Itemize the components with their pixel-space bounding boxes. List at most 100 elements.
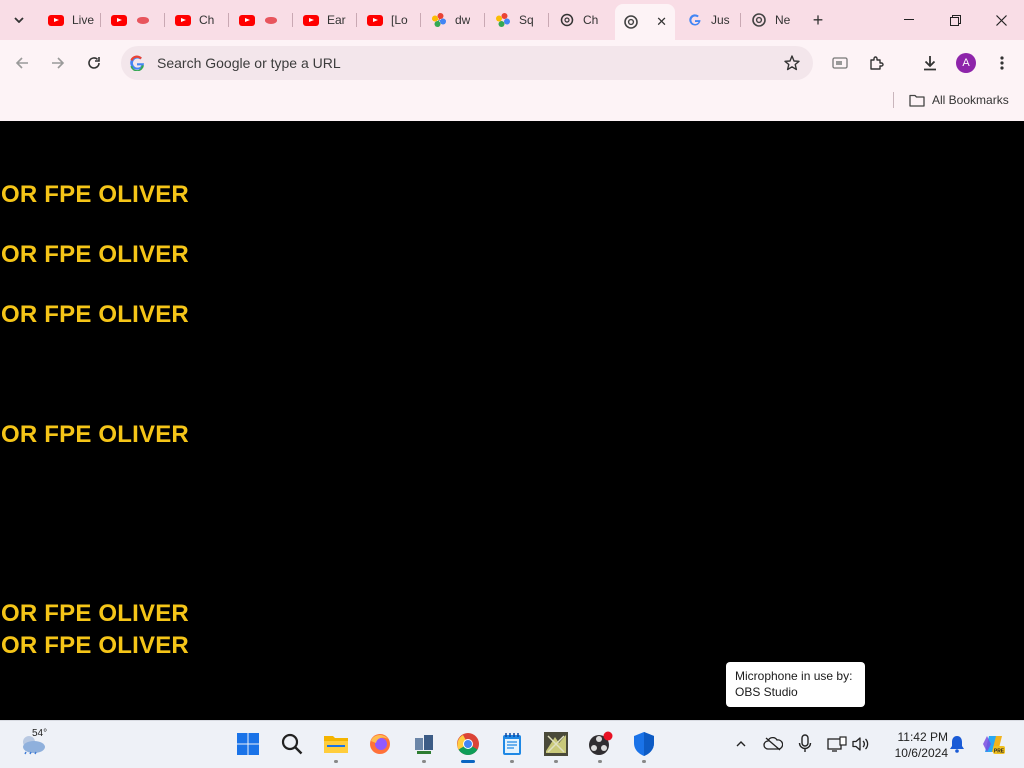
notifications-button[interactable]: [946, 733, 968, 755]
youtube-icon: [111, 12, 127, 28]
bell-icon: [950, 736, 964, 753]
lips-emoji-icon: [263, 12, 279, 28]
restore-button[interactable]: [932, 0, 978, 40]
tab-6[interactable]: dw: [423, 6, 485, 34]
network-tray[interactable]: [826, 733, 848, 755]
screen-share-icon: [832, 57, 848, 69]
bookmarks-divider: [893, 92, 894, 108]
downloads-button[interactable]: [916, 49, 944, 77]
tab-0[interactable]: Live: [40, 6, 101, 34]
running-indicator: [422, 760, 426, 763]
active-indicator: [461, 760, 475, 763]
cloud-offline-icon: [763, 737, 783, 751]
game-app[interactable]: [540, 728, 572, 763]
obs-app[interactable]: [584, 728, 616, 763]
tab-11[interactable]: Ne: [743, 6, 801, 34]
minimize-icon: [904, 19, 914, 20]
text-line: OR FPE OLIVER: [1, 632, 189, 659]
close-window-button[interactable]: [978, 0, 1024, 40]
download-icon: [924, 56, 936, 71]
tab-7[interactable]: Sq: [487, 6, 549, 34]
forward-button[interactable]: [44, 49, 72, 77]
back-button[interactable]: [8, 49, 36, 77]
media-button[interactable]: [826, 49, 854, 77]
onedrive-tray[interactable]: [762, 733, 784, 755]
pinwheel-icon: [495, 12, 511, 28]
tab-8[interactable]: Ch: [551, 6, 613, 34]
youtube-icon: [303, 12, 319, 28]
tab-search-button[interactable]: [6, 7, 32, 33]
three-dot-menu-icon: [1000, 56, 1004, 70]
tooltip-line-2: OBS Studio: [735, 685, 798, 699]
volume-tray[interactable]: [850, 733, 872, 755]
tab-10[interactable]: Jus: [679, 6, 741, 34]
firefox-icon: [370, 734, 390, 754]
tab-2[interactable]: Ch: [167, 6, 229, 34]
puzzle-piece-icon: [870, 56, 884, 70]
show-hidden-icons-button[interactable]: [730, 733, 752, 755]
tab-title: Jus: [711, 13, 730, 27]
close-tab-icon[interactable]: ✕: [656, 14, 667, 30]
profile-avatar[interactable]: A: [956, 53, 976, 73]
running-indicator: [598, 760, 602, 763]
text-line: OR FPE OLIVER: [1, 241, 189, 268]
tab-title: Sq: [519, 13, 534, 27]
youtube-icon: [48, 12, 64, 28]
file-explorer-icon: [324, 736, 348, 753]
omnibox-input[interactable]: [157, 46, 757, 80]
bookmarks-bar: [0, 86, 1024, 121]
tab-title: [Lo: [391, 13, 408, 27]
lips-emoji-icon: [135, 12, 151, 28]
notepad-icon: [503, 733, 521, 755]
all-bookmarks-label: All Bookmarks: [932, 93, 1009, 107]
tab-4[interactable]: Ear: [295, 6, 357, 34]
chrome-icon: [623, 14, 639, 30]
tab-9-active[interactable]: ✕: [615, 4, 675, 40]
defender-app[interactable]: [628, 728, 660, 763]
reload-button[interactable]: [80, 49, 108, 77]
extensions-button[interactable]: [862, 49, 890, 77]
running-indicator: [510, 760, 514, 763]
text-line: OR FPE OLIVER: [1, 600, 189, 627]
speaker-icon: [852, 737, 869, 751]
defender-shield-icon: [634, 732, 654, 756]
network-app[interactable]: [408, 728, 440, 763]
microphone-tray[interactable]: [794, 733, 816, 755]
network-monitor-icon: [827, 736, 847, 752]
youtube-icon: [175, 12, 191, 28]
youtube-icon: [239, 12, 255, 28]
folder-icon: [909, 94, 925, 107]
start-button[interactable]: [232, 728, 264, 760]
tab-3[interactable]: [231, 6, 293, 34]
network-app-icon: [415, 735, 433, 754]
minimize-button[interactable]: [886, 0, 932, 40]
bookmark-star-icon[interactable]: [783, 54, 801, 72]
copilot-button[interactable]: PRE: [980, 733, 1006, 755]
chrome-menu-button[interactable]: [988, 49, 1016, 77]
new-tab-button[interactable]: +: [806, 8, 830, 32]
pinwheel-icon: [431, 12, 447, 28]
file-explorer-app[interactable]: [320, 728, 352, 763]
notepad-app[interactable]: [496, 728, 528, 763]
tab-5[interactable]: [Lo: [359, 6, 421, 34]
reload-icon: [88, 57, 100, 69]
microphone-tooltip: Microphone in use by: OBS Studio: [726, 662, 865, 707]
browser-toolbar: [0, 40, 1024, 86]
search-icon: [281, 733, 303, 755]
firefox-app[interactable]: [364, 728, 396, 760]
tab-strip: Live Ch Ear [Lo dw Sq Ch ✕ Jus Ne +: [0, 0, 1024, 40]
text-line: OR FPE OLIVER: [1, 421, 189, 448]
svg-text:PRE: PRE: [994, 749, 1005, 755]
restore-icon: [949, 14, 961, 26]
all-bookmarks-button[interactable]: All Bookmarks: [909, 91, 1009, 109]
system-clock[interactable]: 11:42 PM 10/6/2024: [880, 729, 948, 761]
tab-1[interactable]: [103, 6, 165, 34]
address-bar[interactable]: [121, 46, 813, 80]
chrome-app[interactable]: [452, 728, 484, 763]
running-indicator: [334, 760, 338, 763]
tab-title: Live: [72, 13, 95, 27]
taskbar-search-button[interactable]: [276, 728, 308, 760]
forward-arrow-icon: [52, 57, 65, 69]
chrome-icon: [457, 733, 479, 755]
running-indicator: [554, 760, 558, 763]
